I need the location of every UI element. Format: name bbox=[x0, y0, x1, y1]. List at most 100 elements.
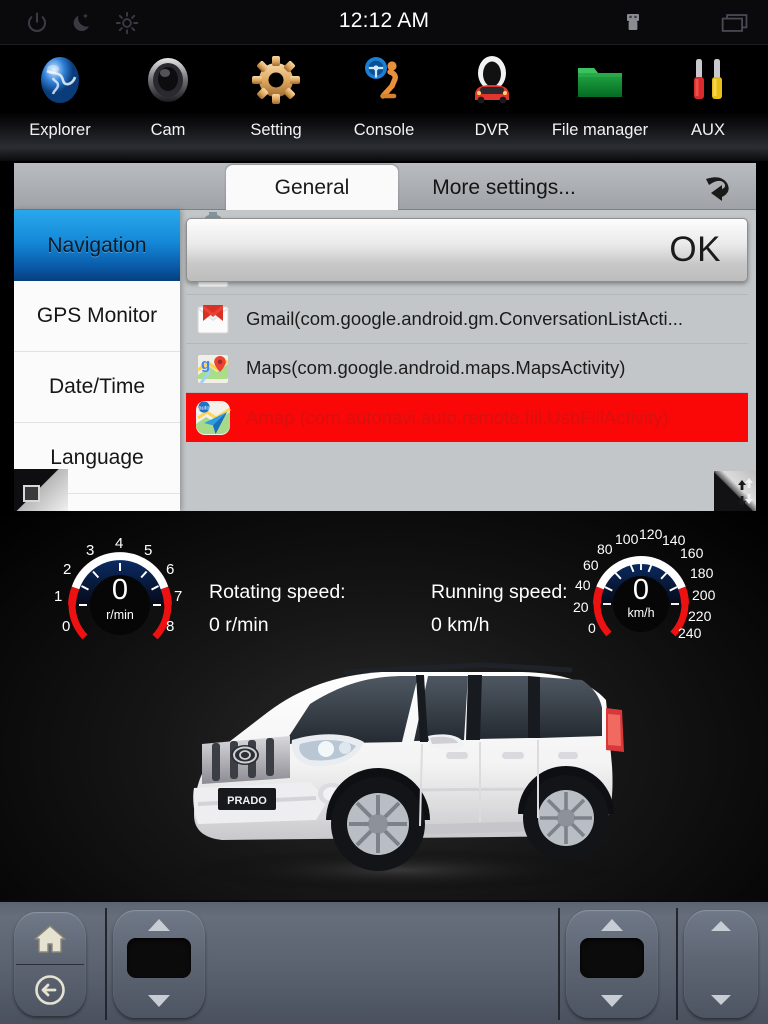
speedometer-gauge: 0 km/h 0 20 40 60 80 100 120 140 160 180… bbox=[566, 524, 716, 652]
list-item-selected[interactable]: auto Amap (com.autonavi.auto.remote.fill… bbox=[186, 393, 748, 442]
fold-square-icon bbox=[23, 485, 40, 502]
app-label: File manager bbox=[551, 121, 649, 139]
ok-button[interactable]: OK bbox=[186, 218, 748, 282]
google-maps-icon: g bbox=[190, 348, 236, 388]
volume-down-button[interactable] bbox=[684, 990, 758, 1010]
climate-control-bar: A/C DUAL AUTO ON MAX bbox=[0, 900, 768, 1024]
app-label: Setting bbox=[250, 121, 302, 139]
spd-tick-240: 240 bbox=[678, 625, 702, 641]
volume-pad bbox=[684, 910, 758, 1018]
right-temp-pad bbox=[566, 910, 658, 1018]
app-launcher-bar: Explorer Cam Setting Console DVR File ma… bbox=[0, 45, 768, 161]
tach-tick-5: 5 bbox=[144, 542, 153, 559]
app-explorer[interactable]: Explorer bbox=[6, 45, 114, 161]
app-label: AUX bbox=[691, 121, 725, 139]
list-item-label: Amap (com.autonavi.auto.remote.fill.UsbF… bbox=[246, 406, 669, 428]
right-temp-up-button[interactable] bbox=[566, 914, 658, 936]
nav-pad bbox=[14, 912, 86, 1016]
app-setting[interactable]: Setting bbox=[222, 45, 330, 161]
svg-text:auto: auto bbox=[199, 405, 210, 411]
globe-icon bbox=[31, 51, 89, 109]
app-console[interactable]: Console bbox=[330, 45, 438, 161]
tach-tick-4: 4 bbox=[115, 535, 124, 552]
spd-tick-100: 100 bbox=[615, 531, 639, 547]
app-list: Explorer Cam Setting Console DVR File ma… bbox=[0, 45, 768, 161]
settings-sidebar: Navigation GPS Monitor Date/Time Languag… bbox=[14, 210, 180, 511]
sidebar-item-date-time[interactable]: Date/Time bbox=[14, 352, 180, 423]
tab-general[interactable]: General bbox=[226, 165, 398, 210]
usb-icon bbox=[618, 8, 648, 38]
dialog-body: Navigation GPS Monitor Date/Time Languag… bbox=[14, 210, 756, 511]
running-speed-label: Running speed: bbox=[431, 581, 568, 603]
tachometer-value: 0 bbox=[111, 574, 129, 606]
left-temp-up-button[interactable] bbox=[113, 914, 205, 936]
app-dvr[interactable]: DVR bbox=[438, 45, 546, 161]
volume-up-button[interactable] bbox=[684, 916, 758, 936]
windows-icon[interactable] bbox=[720, 8, 750, 38]
tab-more-settings[interactable]: More settings... bbox=[404, 165, 604, 210]
spd-tick-220: 220 bbox=[688, 608, 712, 624]
app-label: Cam bbox=[150, 121, 186, 139]
settings-dialog: General More settings... Navigation GPS … bbox=[14, 163, 756, 511]
list-item-label: Gmail(com.google.android.gm.Conversation… bbox=[246, 308, 683, 329]
svg-text:g: g bbox=[201, 356, 210, 373]
camera-lens-icon bbox=[139, 51, 197, 109]
list-item[interactable]: g Maps(com.google.android.maps.MapsActiv… bbox=[186, 344, 748, 393]
spd-tick-40: 40 bbox=[575, 577, 591, 593]
app-cam[interactable]: Cam bbox=[114, 45, 222, 161]
left-temp-down-button[interactable] bbox=[113, 990, 205, 1012]
vehicle-image: PRADO bbox=[150, 648, 640, 892]
tach-tick-7: 7 bbox=[174, 588, 183, 605]
gmail-icon bbox=[190, 299, 236, 339]
app-aux[interactable]: AUX bbox=[654, 45, 762, 161]
list-item[interactable]: Gmail(com.google.android.gm.Conversation… bbox=[186, 295, 748, 344]
rca-plug-icon bbox=[679, 51, 737, 109]
page-fold-corner bbox=[14, 469, 68, 511]
ok-button-label: OK bbox=[669, 230, 721, 269]
dashcam-car-icon bbox=[463, 51, 521, 109]
sidebar-item-gps-monitor[interactable]: GPS Monitor bbox=[14, 281, 180, 352]
list-item-label: Maps(com.google.android.maps.MapsActivit… bbox=[246, 357, 626, 378]
spd-tick-200: 200 bbox=[692, 587, 716, 603]
amap-icon: auto bbox=[190, 398, 236, 438]
right-temp-down-button[interactable] bbox=[566, 990, 658, 1012]
rotating-speed-label: Rotating speed: bbox=[209, 581, 346, 603]
home-icon[interactable] bbox=[14, 914, 86, 964]
divider bbox=[105, 908, 107, 1020]
tach-tick-6: 6 bbox=[166, 561, 175, 578]
app-label: DVR bbox=[474, 121, 510, 139]
back-circle-icon[interactable] bbox=[14, 965, 86, 1015]
running-speed-value: 0 km/h bbox=[431, 614, 490, 636]
right-temp-display bbox=[580, 938, 644, 978]
left-temp-pad bbox=[113, 910, 205, 1018]
app-label: Console bbox=[353, 121, 415, 139]
app-file-manager[interactable]: File manager bbox=[546, 45, 654, 161]
spd-tick-60: 60 bbox=[583, 557, 599, 573]
tach-tick-1: 1 bbox=[54, 588, 63, 605]
sidebar-item-navigation[interactable]: Navigation bbox=[14, 210, 180, 281]
spd-tick-80: 80 bbox=[597, 541, 613, 557]
driver-wheel-icon bbox=[355, 51, 413, 109]
divider bbox=[558, 908, 560, 1020]
app-label: Explorer bbox=[29, 121, 91, 139]
app-chooser-panel: Google Settings(com.google.android.gms.a… bbox=[180, 210, 756, 511]
resize-handle-icon[interactable] bbox=[714, 471, 756, 511]
spd-tick-120: 120 bbox=[639, 526, 663, 542]
dialog-tab-bar: General More settings... bbox=[14, 163, 756, 210]
tach-tick-0: 0 bbox=[62, 618, 71, 635]
vehicle-badge: PRADO bbox=[227, 795, 267, 807]
tach-tick-2: 2 bbox=[63, 561, 72, 578]
left-temp-display bbox=[127, 938, 191, 978]
status-bar: 12:12 AM bbox=[0, 0, 768, 45]
spd-tick-160: 160 bbox=[680, 545, 704, 561]
status-right-icons bbox=[618, 8, 750, 38]
gear-icon bbox=[247, 51, 305, 109]
divider bbox=[676, 908, 678, 1020]
rotating-speed-value: 0 r/min bbox=[209, 614, 269, 636]
spd-tick-20: 20 bbox=[573, 599, 589, 615]
tach-tick-3: 3 bbox=[86, 542, 95, 559]
tachometer-gauge: 0 r/min 0 1 2 3 4 5 6 7 8 bbox=[45, 528, 195, 656]
tach-tick-8: 8 bbox=[166, 618, 175, 635]
back-arrow-icon[interactable] bbox=[694, 167, 740, 207]
spd-tick-0: 0 bbox=[588, 620, 596, 636]
